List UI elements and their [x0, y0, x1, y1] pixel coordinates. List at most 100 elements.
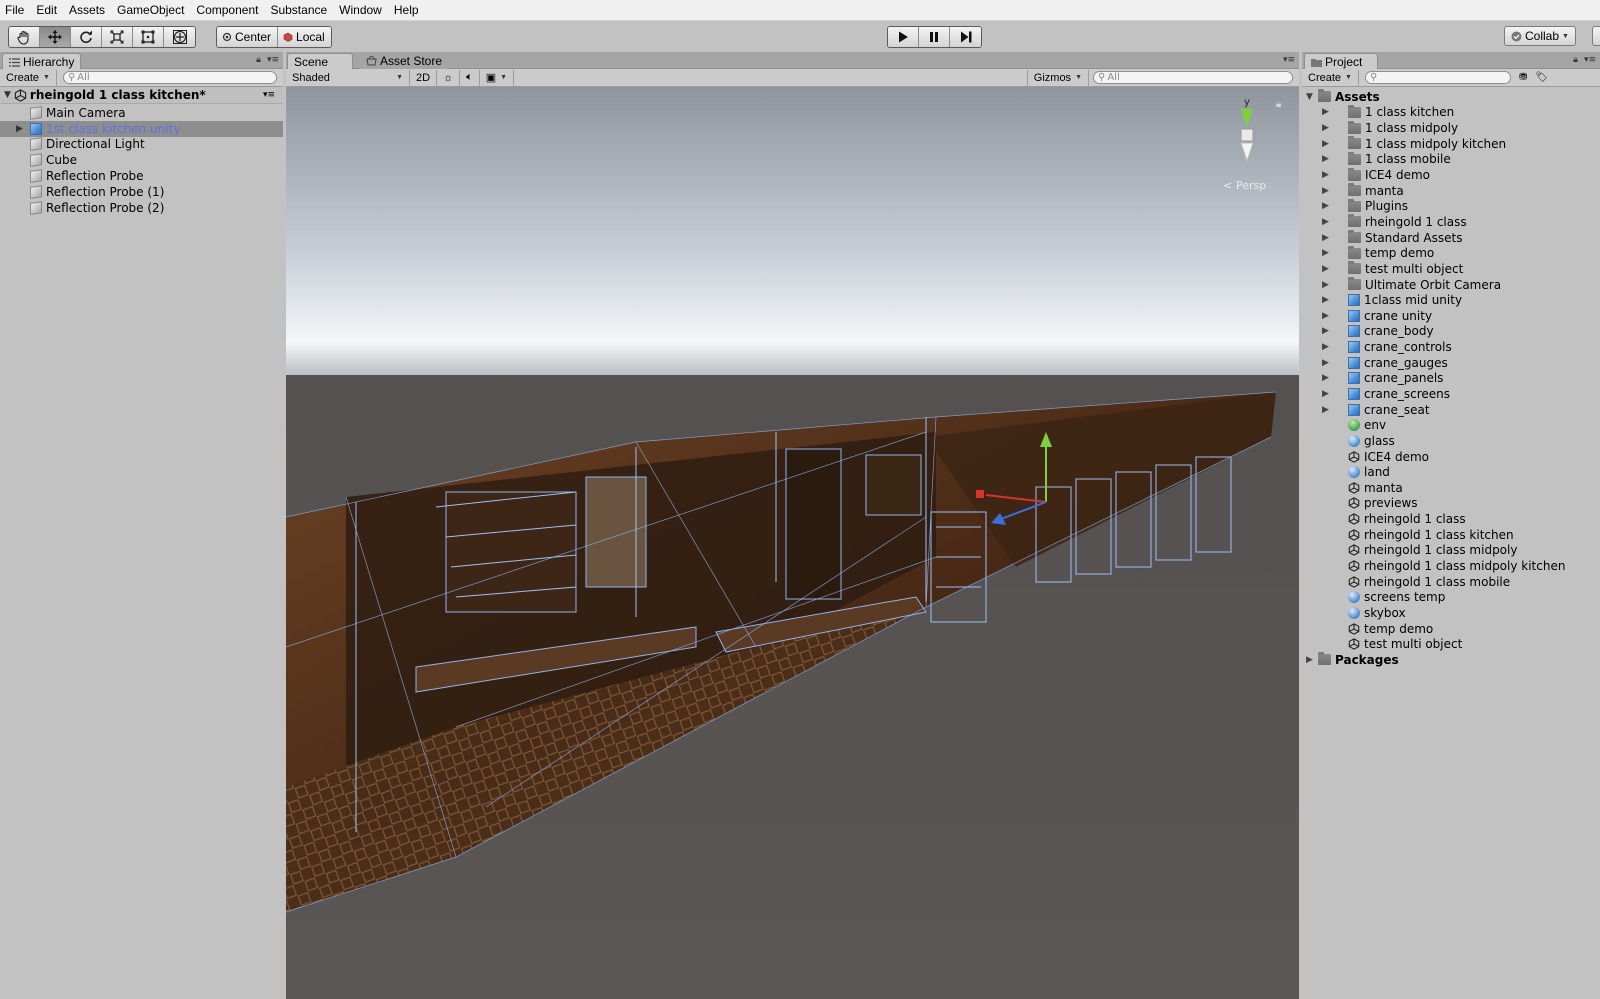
chevron-right-icon[interactable]: ▶	[1322, 170, 1329, 180]
asset-item[interactable]: ▶ crane unity	[1302, 308, 1600, 324]
chevron-right-icon[interactable]: ▶	[1322, 233, 1329, 243]
chevron-right-icon[interactable]: ▶	[1322, 248, 1329, 258]
asset-item[interactable]: rheingold 1 class midpoly kitchen	[1302, 558, 1600, 574]
chevron-right-icon[interactable]: ▶	[1322, 280, 1329, 290]
scale-tool-button[interactable]	[102, 27, 133, 47]
asset-item[interactable]: ▶ crane_screens	[1302, 386, 1600, 402]
play-button[interactable]	[888, 27, 919, 47]
chevron-right-icon[interactable]: ▶	[1322, 389, 1329, 399]
chevron-right-icon[interactable]: ▶	[16, 124, 23, 134]
panel-menu-icon[interactable]: ▾≡	[267, 55, 279, 65]
asset-item[interactable]: rheingold 1 class mobile	[1302, 574, 1600, 590]
asset-item[interactable]: manta	[1302, 480, 1600, 496]
hierarchy-item[interactable]: Cube	[0, 152, 283, 168]
menu-window[interactable]: Window	[333, 0, 388, 21]
asset-item[interactable]: land	[1302, 464, 1600, 480]
rect-tool-button[interactable]	[133, 27, 164, 47]
tab-hierarchy[interactable]: Hierarchy	[2, 53, 82, 70]
asset-item[interactable]: ▶ temp demo	[1302, 245, 1600, 261]
chevron-right-icon[interactable]: ▶	[1322, 154, 1329, 164]
chevron-down-icon[interactable]: ▼	[1306, 92, 1313, 102]
asset-item[interactable]: ▶ crane_panels	[1302, 371, 1600, 387]
filter-by-label-icon[interactable]: 🏷︎	[1535, 72, 1548, 83]
effects-dropdown[interactable]: ▣ ▼	[480, 69, 515, 86]
chevron-right-icon[interactable]: ▶	[1322, 405, 1329, 415]
move-tool-button[interactable]	[40, 27, 71, 47]
panel-menu-icon[interactable]: ▾≡	[1584, 55, 1596, 65]
gizmos-dropdown[interactable]: Gizmos ▼	[1026, 69, 1089, 86]
asset-item[interactable]: ▶ crane_gauges	[1302, 355, 1600, 371]
packages-folder[interactable]: ▶ Packages	[1302, 652, 1600, 668]
project-create-dropdown[interactable]: Create ▼	[1302, 69, 1359, 86]
chevron-right-icon[interactable]: ▶	[1322, 217, 1329, 227]
tab-scene[interactable]: Scene	[287, 53, 353, 70]
asset-item[interactable]: test multi object	[1302, 636, 1600, 652]
asset-item[interactable]: ▶ crane_seat	[1302, 402, 1600, 418]
menu-substance[interactable]: Substance	[264, 0, 333, 21]
lock-icon[interactable]: 🔒︎	[256, 55, 261, 65]
chevron-right-icon[interactable]: ▶	[1322, 311, 1329, 321]
chevron-right-icon[interactable]: ▶	[1322, 358, 1329, 368]
transform-tool-button[interactable]	[164, 27, 195, 47]
asset-item[interactable]: skybox	[1302, 605, 1600, 621]
step-button[interactable]	[950, 27, 981, 47]
shading-mode-dropdown[interactable]: Shaded ▼	[286, 69, 410, 86]
hierarchy-item[interactable]: Main Camera	[0, 105, 283, 121]
hierarchy-create-dropdown[interactable]: Create ▼	[0, 69, 57, 86]
lock-icon[interactable]: 🔒︎	[1573, 55, 1578, 65]
chevron-right-icon[interactable]: ▶	[1306, 655, 1313, 665]
scene-header-row[interactable]: ▼ rheingold 1 class kitchen* ▾≡	[0, 87, 283, 104]
asset-item[interactable]: temp demo	[1302, 621, 1600, 637]
project-search-input[interactable]: ⚲	[1364, 71, 1511, 84]
collab-button[interactable]: Collab ▼	[1504, 26, 1576, 46]
asset-item[interactable]: ▶ 1 class midpoly	[1302, 120, 1600, 136]
menu-assets[interactable]: Assets	[63, 0, 111, 21]
menu-help[interactable]: Help	[388, 0, 425, 21]
chevron-right-icon[interactable]: ▶	[1322, 326, 1329, 336]
chevron-right-icon[interactable]: ▶	[1322, 139, 1329, 149]
hierarchy-item[interactable]: Reflection Probe (2)	[0, 200, 283, 216]
tab-project[interactable]: Project	[1304, 53, 1378, 70]
asset-item[interactable]: ▶ test multi object	[1302, 261, 1600, 277]
asset-item[interactable]: previews	[1302, 496, 1600, 512]
asset-item[interactable]: env	[1302, 417, 1600, 433]
asset-item[interactable]: rheingold 1 class midpoly	[1302, 543, 1600, 559]
asset-item[interactable]: ▶ Ultimate Orbit Camera	[1302, 277, 1600, 293]
filter-by-type-icon[interactable]: ⛃	[1519, 72, 1527, 83]
chevron-right-icon[interactable]: ▶	[1322, 264, 1329, 274]
chevron-right-icon[interactable]: ▶	[1322, 201, 1329, 211]
hand-tool-button[interactable]	[9, 27, 40, 47]
lock-icon[interactable]: 🔒︎	[1276, 99, 1281, 110]
menu-file[interactable]: File	[0, 0, 30, 21]
scene-render[interactable]: y Persp < 🔒︎	[286, 87, 1299, 999]
hierarchy-search-input[interactable]: ⚲ All	[62, 71, 277, 84]
panel-menu-icon[interactable]: ▾≡	[1283, 55, 1295, 65]
account-button[interactable]	[1592, 26, 1600, 46]
chevron-right-icon[interactable]: ▶	[1322, 186, 1329, 196]
menu-component[interactable]: Component	[190, 0, 264, 21]
hierarchy-item[interactable]: ▶ 1st class kitchen unity	[0, 120, 283, 137]
scene-viewport[interactable]: y Persp < 🔒︎	[286, 87, 1299, 999]
pause-button[interactable]	[919, 27, 950, 47]
menu-edit[interactable]: Edit	[30, 0, 63, 21]
rotate-tool-button[interactable]	[71, 27, 102, 47]
pivot-rotation-button[interactable]: Local	[278, 27, 331, 47]
projection-label[interactable]: Persp	[1236, 179, 1266, 192]
2d-toggle[interactable]: 2D	[410, 69, 438, 86]
asset-item[interactable]: glass	[1302, 433, 1600, 449]
asset-item[interactable]: ▶ Standard Assets	[1302, 230, 1600, 246]
chevron-right-icon[interactable]: ▶	[1322, 295, 1329, 305]
asset-item[interactable]: screens temp	[1302, 590, 1600, 606]
audio-toggle[interactable]: 🔈︎	[460, 69, 480, 86]
asset-item[interactable]: ▶ 1 class midpoly kitchen	[1302, 136, 1600, 152]
asset-item[interactable]: ▶ Plugins	[1302, 198, 1600, 214]
asset-item[interactable]: rheingold 1 class	[1302, 511, 1600, 527]
asset-item[interactable]: ▶ ICE4 demo	[1302, 167, 1600, 183]
asset-item[interactable]: ▶ 1 class kitchen	[1302, 104, 1600, 121]
asset-item[interactable]: ▶ manta	[1302, 183, 1600, 199]
hierarchy-item[interactable]: Directional Light	[0, 137, 283, 153]
pivot-mode-button[interactable]: Center	[217, 27, 279, 47]
chevron-right-icon[interactable]: ▶	[1322, 373, 1329, 383]
asset-item[interactable]: ▶ 1class mid unity	[1302, 292, 1600, 308]
lighting-toggle[interactable]: ☼	[437, 69, 461, 86]
